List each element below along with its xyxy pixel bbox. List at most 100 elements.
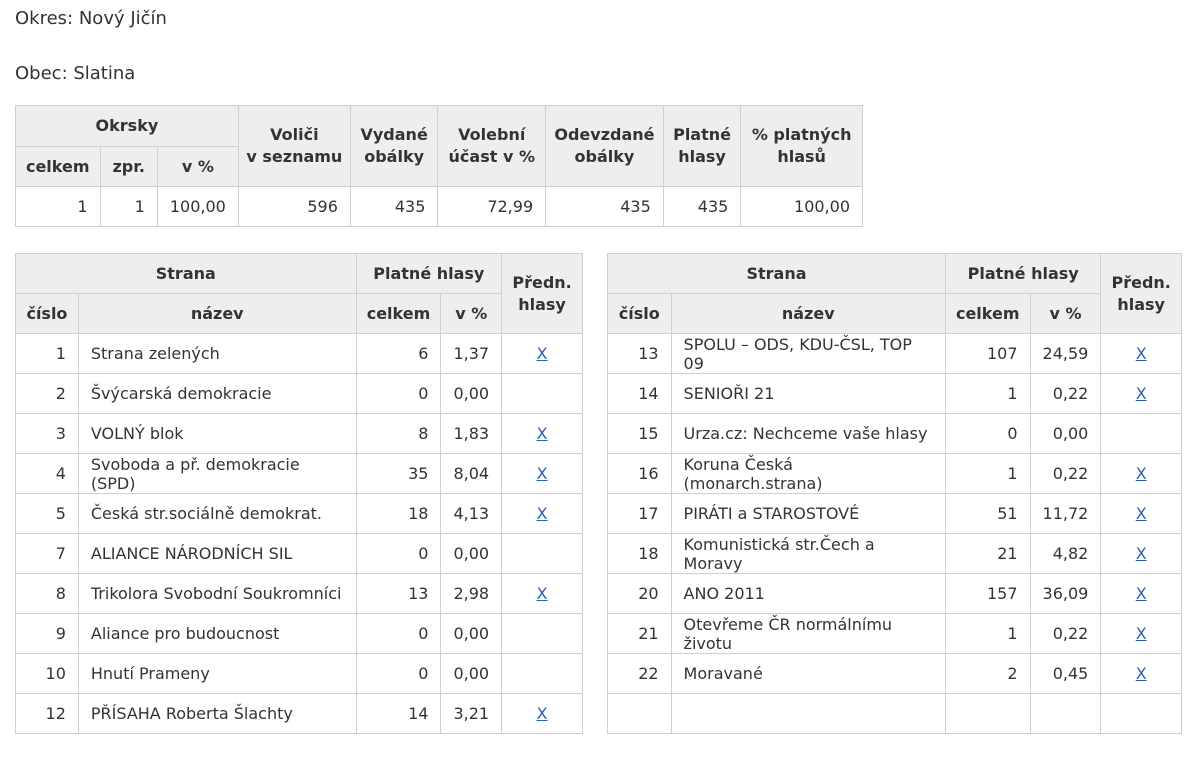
party-votes-total: 35 [355,453,442,494]
party-votes-total: 13 [355,573,442,614]
preferential-votes-cell: X [501,333,583,374]
party-votes-total: 0 [944,413,1031,454]
party-name: Urza.cz: Nechceme vaše hlasy [670,413,946,454]
header-okrsky-zpr: zpr. [99,146,158,187]
preferential-votes-cell [1100,413,1182,454]
party-votes-pct: 1,37 [440,333,503,374]
party-row: 17 PIRÁTI a STAROSTOVÉ 51 11,72 X [607,493,1182,534]
preferential-votes-link[interactable]: X [537,704,548,723]
party-votes-total: 1 [944,453,1031,494]
header-volebni-ucast: Volební účast v % [437,105,547,187]
header-nazev: název [77,293,357,334]
party-votes-total: 6 [355,333,442,374]
preferential-votes-link[interactable]: X [537,424,548,443]
party-number: 16 [607,453,672,494]
party-row [607,693,1182,734]
party-votes-pct: 2,98 [440,573,503,614]
party-votes-total: 0 [355,613,442,654]
preferential-votes-link[interactable]: X [1136,624,1147,643]
party-row: 10 Hnutí Prameny 0 0,00 [15,653,583,694]
party-row: 8 Trikolora Svobodní Soukromníci 13 2,98 X [15,573,583,614]
preferential-votes-link[interactable]: X [537,584,548,603]
party-votes-pct [1029,693,1102,734]
party-votes-total: 1 [944,373,1031,414]
preferential-votes-link[interactable]: X [537,504,548,523]
header-cislo: číslo [15,293,79,334]
party-name: Svoboda a př. demokracie (SPD) [77,453,357,494]
party-row: 4 Svoboda a př. demokracie (SPD) 35 8,04 X [15,453,583,494]
party-number: 21 [607,613,672,654]
party-name: SENIOŘI 21 [670,373,946,414]
party-number: 15 [607,413,672,454]
preferential-votes-cell: X [501,573,583,614]
summary-cell: 1 [99,186,158,227]
party-row: 16 Koruna Česká (monarch.strana) 1 0,22 X [607,453,1182,494]
preferential-votes-link[interactable]: X [537,464,548,483]
party-votes-total: 2 [944,653,1031,694]
party-votes-pct: 0,00 [440,653,503,694]
summary-cell: 435 [349,186,439,227]
summary-cell: 435 [545,186,664,227]
header-celkem: celkem [944,293,1031,334]
preferential-votes-cell [501,373,583,414]
preferential-votes-cell: X [1100,373,1182,414]
header-platne-hlasy: Platné hlasy [355,253,503,294]
party-votes-pct: 0,00 [440,533,503,574]
preferential-votes-link[interactable]: X [1136,504,1147,523]
header-okrsky-celkem: celkem [15,146,101,187]
party-name: Aliance pro budoucnost [77,613,357,654]
preferential-votes-cell: X [1100,453,1182,494]
party-row: 18 Komunistická str.Čech a Moravy 21 4,82 X [607,533,1182,574]
preferential-votes-cell: X [1100,533,1182,574]
header-pct-platnych: % platných hlasů [740,105,863,187]
preferential-votes-cell: X [501,693,583,734]
party-table-right: Strana Platné hlasy Předn. hlasy číslo ná… [607,253,1182,734]
party-name: Koruna Česká (monarch.strana) [670,453,946,494]
summary-cell: 100,00 [156,186,239,227]
summary-cell: 596 [237,186,351,227]
party-votes-pct: 0,00 [1029,413,1102,454]
party-votes-pct: 36,09 [1029,573,1102,614]
preferential-votes-link[interactable]: X [1136,464,1147,483]
party-votes-pct: 11,72 [1029,493,1102,534]
party-name: Otevřeme ČR normálnímu životu [670,613,946,654]
preferential-votes-link[interactable]: X [1136,584,1147,603]
party-name: PIRÁTI a STAROSTOVÉ [670,493,946,534]
summary-row: 1 1 100,00 596 435 72,99 435 435 100,00 [15,186,863,227]
party-votes-pct: 8,04 [440,453,503,494]
summary-cell: 72,99 [437,186,547,227]
party-votes-total: 0 [355,533,442,574]
municipality-heading: Obec: Slatina [15,63,136,84]
party-votes-pct: 0,00 [440,613,503,654]
party-number: 14 [607,373,672,414]
party-name: Česká str.sociálně demokrat. [77,493,357,534]
party-row: 20 ANO 2011 157 36,09 X [607,573,1182,614]
party-votes-total: 14 [355,693,442,734]
party-name: Komunistická str.Čech a Moravy [670,533,946,574]
preferential-votes-link[interactable]: X [1136,344,1147,363]
preferential-votes-cell: X [1100,333,1182,374]
party-votes-pct: 0,00 [440,373,503,414]
party-name: ANO 2011 [670,573,946,614]
preferential-votes-cell: X [1100,493,1182,534]
preferential-votes-link[interactable]: X [1136,664,1147,683]
preferential-votes-cell [501,533,583,574]
party-number: 12 [15,693,79,734]
party-votes-pct: 0,45 [1029,653,1102,694]
header-prednostni-hlasy: Předn. hlasy [501,253,583,334]
party-row: 12 PŘÍSAHA Roberta Šlachty 14 3,21 X [15,693,583,734]
party-number: 17 [607,493,672,534]
party-votes-total: 0 [355,653,442,694]
party-number: 22 [607,653,672,694]
preferential-votes-link[interactable]: X [1136,544,1147,563]
party-votes-pct: 0,22 [1029,613,1102,654]
party-votes-total: 0 [355,373,442,414]
preferential-votes-cell [1100,693,1182,734]
party-number: 7 [15,533,79,574]
preferential-votes-link[interactable]: X [1136,384,1147,403]
party-row: 3 VOLNÝ blok 8 1,83 X [15,413,583,454]
party-name: VOLNÝ blok [77,413,357,454]
preferential-votes-link[interactable]: X [537,344,548,363]
party-number: 9 [15,613,79,654]
header-volici: Voliči v seznamu [237,105,351,187]
